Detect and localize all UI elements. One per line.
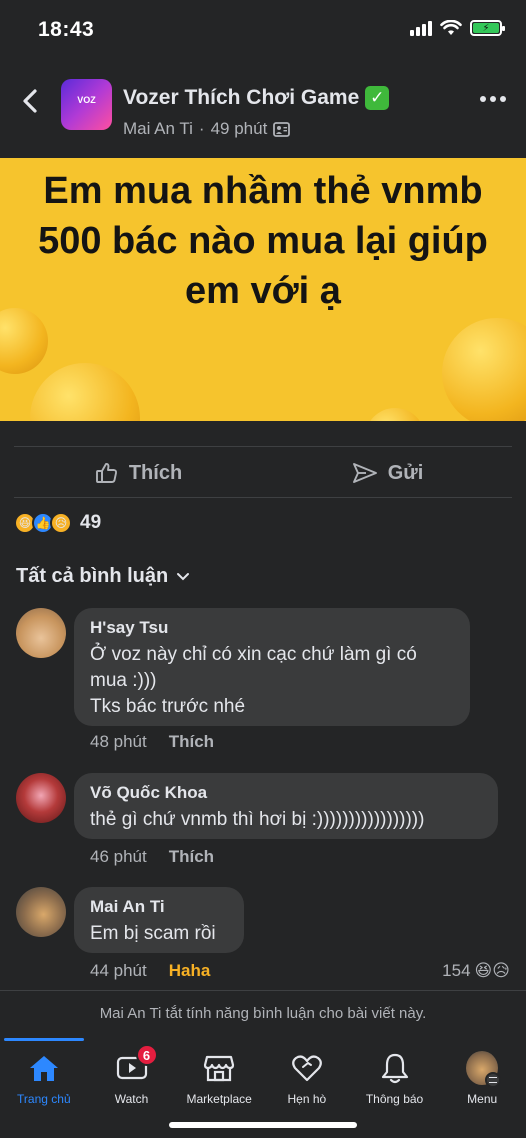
status-icons: ⚡ <box>410 20 505 36</box>
group-name[interactable]: Vozer Thích Chơi Game ✓ <box>123 86 390 110</box>
nav-watch-label: Watch <box>114 1092 149 1106</box>
comment-meta: 48 phút Thích <box>90 732 214 752</box>
post-image[interactable]: Em mua nhầm thẻ vnmb 500 bác nào mua lại… <box>0 158 526 421</box>
comment-text: Em bị scam rồi <box>90 923 216 944</box>
nav-home[interactable]: Trang chủ <box>0 1038 88 1138</box>
post-image-caption: Em mua nhầm thẻ vnmb 500 bác nào mua lại… <box>38 170 488 312</box>
comment-bubble[interactable]: Mai An Ti Em bị scam rồi <box>74 887 244 953</box>
comment-item: Võ Quốc Khoa thẻ gì chứ vnmb thì hơi bị … <box>16 773 516 883</box>
check-mark-icon: ✓ <box>365 86 390 110</box>
nav-menu[interactable]: Menu <box>438 1038 526 1138</box>
post-actions: Thích Gửi <box>14 448 512 498</box>
emoji-decoration <box>442 318 526 421</box>
comment-meta: 44 phút Haha <box>90 961 210 981</box>
comment-time: 46 phút <box>90 847 147 866</box>
group-privacy-icon <box>273 121 291 137</box>
comment-time: 48 phút <box>90 732 147 751</box>
sad-reaction-icon: 😥 <box>492 961 510 980</box>
send-button[interactable]: Gửi <box>263 448 512 498</box>
dating-heart-icon <box>291 1052 323 1084</box>
nav-menu-label: Menu <box>467 1092 498 1106</box>
watch-icon: 6 <box>116 1044 158 1084</box>
comment-like-button[interactable]: Thích <box>169 732 214 752</box>
status-bar: 18:43 ⚡ <box>0 0 526 62</box>
reaction-summary[interactable]: 😆 👍 😥 49 <box>14 512 101 534</box>
avatar[interactable] <box>16 773 66 823</box>
menu-avatar-icon <box>466 1051 502 1088</box>
post-author[interactable]: Mai An Ti <box>123 119 193 139</box>
battery-icon: ⚡ <box>470 20 505 36</box>
home-icon <box>28 1052 60 1084</box>
post-meta: Mai An Ti · 49 phút <box>123 119 291 139</box>
nav-marketplace-label: Marketplace <box>186 1092 252 1106</box>
comment-item: H'say Tsu Ở voz này chỉ có xin cạc chứ l… <box>16 608 516 758</box>
comment-text: Ở voz này chỉ có xin cạc chứ làm gì có m… <box>90 644 417 717</box>
divider <box>14 446 512 447</box>
comment-text: thẻ gì chứ vnmb thì hơi bị :))))))))))))… <box>90 809 425 830</box>
avatar[interactable] <box>16 887 66 937</box>
group-name-text: Vozer Thích Chơi Game <box>123 86 360 109</box>
comment-author[interactable]: H'say Tsu <box>90 618 454 638</box>
comment-item: Mai An Ti Em bị scam rồi 44 phút Haha 15… <box>16 887 510 987</box>
chevron-down-icon <box>177 572 190 580</box>
nav-notifications-label: Thông báo <box>365 1092 424 1106</box>
post-time[interactable]: 49 phút <box>211 119 268 139</box>
reaction-count: 49 <box>80 512 102 533</box>
marketplace-icon <box>203 1052 235 1084</box>
divider <box>14 497 512 498</box>
nav-watch[interactable]: 6 Watch <box>88 1038 176 1138</box>
comment-reactions[interactable]: 154 😆 😥 <box>442 961 510 981</box>
thumbs-up-icon <box>95 462 117 483</box>
comment-author[interactable]: Võ Quốc Khoa <box>90 783 482 803</box>
comment-time: 44 phút <box>90 961 147 980</box>
meta-separator: · <box>198 119 205 138</box>
comment-bubble[interactable]: H'say Tsu Ở voz này chỉ có xin cạc chứ l… <box>74 608 470 726</box>
emoji-decoration <box>0 308 48 374</box>
like-label: Thích <box>128 461 183 484</box>
comment-reaction-count: 154 <box>442 961 471 980</box>
sad-reaction-icon: 😥 <box>50 512 72 534</box>
comment-like-button[interactable]: Thích <box>169 847 214 867</box>
group-avatar[interactable]: VOZ <box>61 79 112 130</box>
comments-filter[interactable]: Tất cả bình luận <box>16 565 190 588</box>
comment-meta: 46 phút Thích <box>90 847 214 867</box>
comment-bubble[interactable]: Võ Quốc Khoa thẻ gì chứ vnmb thì hơi bị … <box>74 773 498 839</box>
home-indicator <box>169 1122 357 1128</box>
send-icon <box>352 463 377 483</box>
nav-notifications[interactable]: Thông báo <box>351 1038 439 1138</box>
emoji-decoration <box>365 408 425 421</box>
wifi-icon <box>440 20 462 35</box>
watch-badge: 6 <box>135 1044 158 1066</box>
bell-icon <box>379 1052 411 1084</box>
avatar[interactable] <box>16 608 66 658</box>
nav-home-label: Trang chủ <box>17 1092 71 1106</box>
avatar-logo-text: VOZ <box>77 95 96 105</box>
like-button[interactable]: Thích <box>14 448 263 498</box>
comments-disabled-note: Mai An Ti tắt tính năng bình luận cho bà… <box>0 990 526 1038</box>
status-time: 18:43 <box>38 18 95 41</box>
emoji-decoration <box>30 363 140 421</box>
comment-author[interactable]: Mai An Ti <box>90 897 228 917</box>
haha-reaction-icon: 😆 <box>474 961 493 980</box>
nav-dating-label: Hẹn hò <box>287 1092 327 1106</box>
signal-icon <box>410 20 432 36</box>
post-header: VOZ Vozer Thích Chơi Game ✓ Mai An Ti · … <box>0 62 526 158</box>
send-label: Gửi <box>387 461 424 484</box>
comment-haha-button[interactable]: Haha <box>169 961 211 981</box>
back-chevron-icon[interactable] <box>18 86 44 116</box>
more-options-icon[interactable] <box>480 96 506 102</box>
comments-filter-label: Tất cả bình luận <box>16 565 169 587</box>
